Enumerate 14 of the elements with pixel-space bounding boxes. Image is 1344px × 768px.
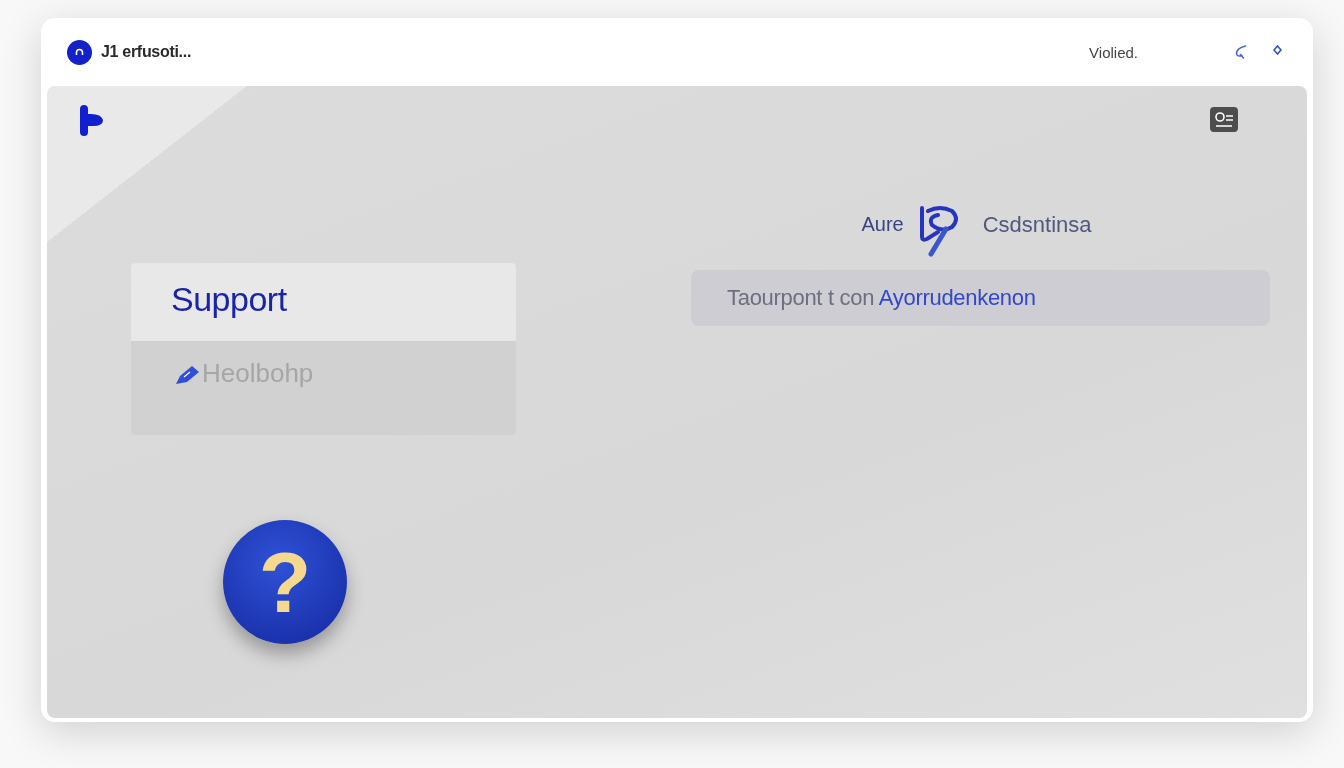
heading-text: Csdsntinsa	[982, 211, 1092, 238]
help-button[interactable]: ?	[223, 520, 347, 644]
status-text: Violied.	[1089, 43, 1138, 61]
app-title: J1 erfusoti...	[101, 43, 192, 61]
banner-text: Taourpont t con Ayorrudenkenon	[727, 285, 1036, 311]
brand-mark-icon	[80, 105, 103, 136]
app-logo-icon	[67, 39, 92, 65]
menu-item[interactable]: Support	[131, 263, 516, 341]
heading-text: Aure	[861, 213, 904, 236]
contact-card-icon[interactable]	[1210, 107, 1238, 132]
diamond-icon[interactable]	[1273, 45, 1282, 55]
pencil-icon	[175, 364, 200, 386]
curl-icon[interactable]	[1234, 45, 1247, 59]
banner-link[interactable]: Ayorrudenkenon	[878, 285, 1036, 310]
